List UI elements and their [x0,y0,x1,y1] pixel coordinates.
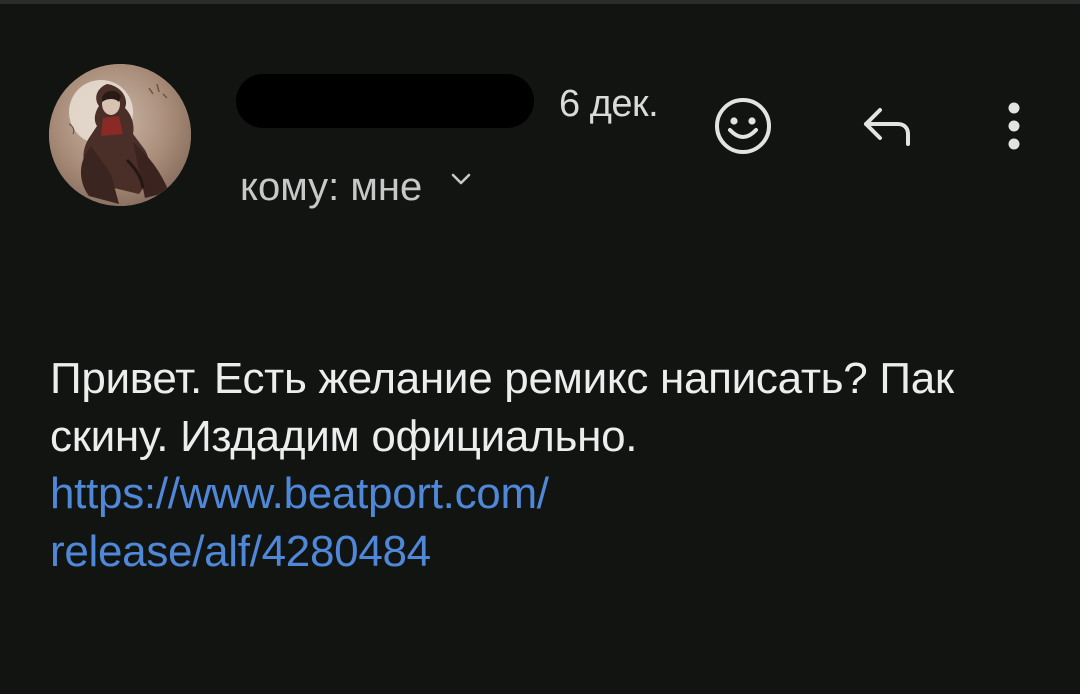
reply-button[interactable] [855,98,921,154]
sender-avatar[interactable] [49,64,191,206]
message-date: 6 дек. [559,83,659,125]
sender-name-redacted [236,74,534,128]
avatar-illustration [49,64,191,206]
top-divider [0,0,1080,4]
message-text: Привет. Есть желание ремикс написать? Па… [50,354,954,461]
recipient-label: кому: мне [240,165,423,209]
add-reaction-button[interactable] [710,94,776,158]
smiley-face-icon [715,98,771,154]
message-body: Привет. Есть желание ремикс написать? Па… [50,350,1030,580]
chevron-down-icon [451,173,471,185]
reply-arrow-icon [864,108,910,146]
message-link-line-2[interactable]: release/alf/4280484 [50,523,1030,581]
message-link-line-1[interactable]: https://www.beatport.com/ [50,465,1030,523]
more-options-button[interactable] [990,94,1038,158]
recipient-toggle[interactable]: кому: мне [240,162,472,212]
more-vertical-icon [1008,102,1020,150]
